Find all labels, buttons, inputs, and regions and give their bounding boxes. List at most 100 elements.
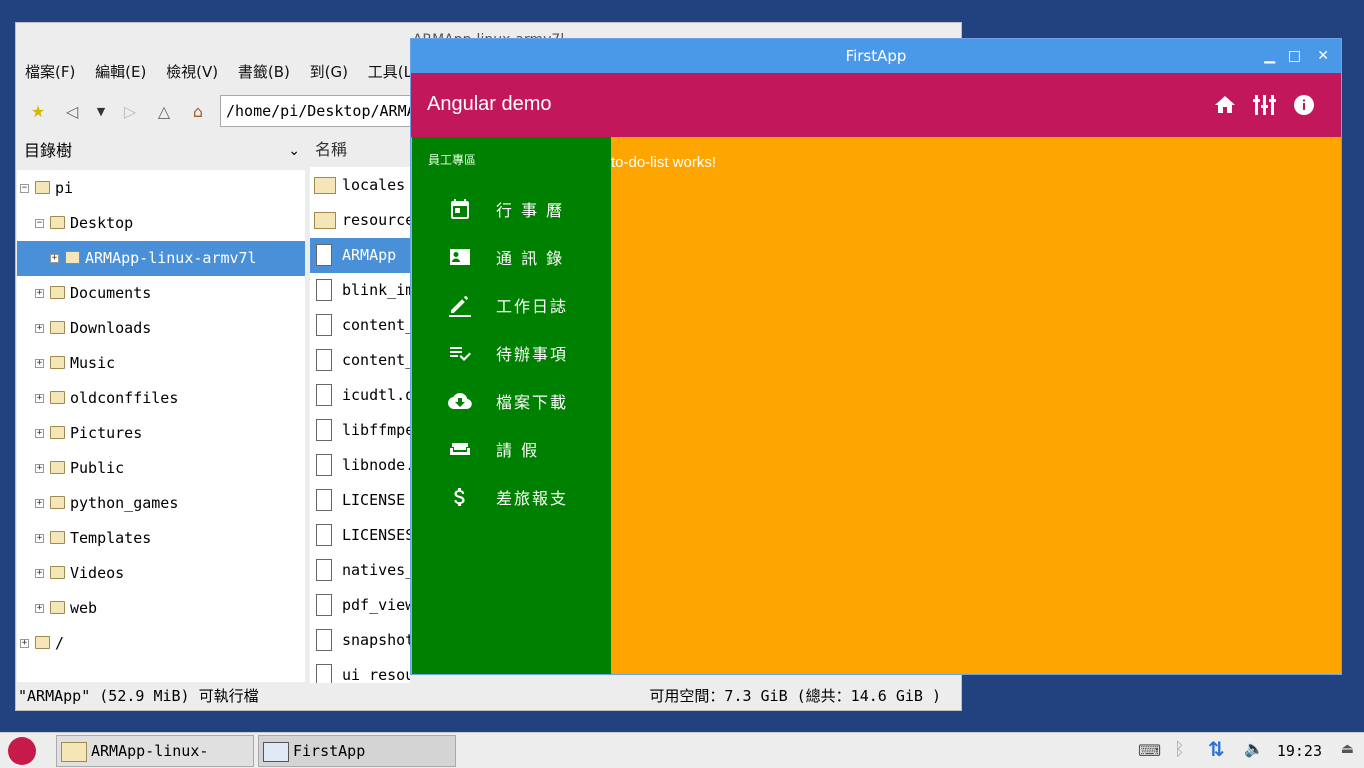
expand-icon[interactable]: + xyxy=(35,394,44,403)
expand-icon[interactable]: + xyxy=(50,254,59,263)
file-row[interactable]: LICENSE xyxy=(310,483,410,518)
maximize-button[interactable]: □ xyxy=(1288,39,1301,73)
nav-item-leave[interactable]: 請 假 xyxy=(412,425,611,473)
file-row[interactable]: LICENSES. xyxy=(310,518,410,553)
file-name: content_s xyxy=(342,351,410,369)
tree-item[interactable]: + web xyxy=(17,591,305,626)
file-row[interactable]: icudtl.da xyxy=(310,378,410,413)
expand-icon[interactable]: + xyxy=(35,429,44,438)
home-icon[interactable] xyxy=(1213,93,1237,117)
tree-item-label: ARMApp-linux-armv7l xyxy=(85,249,257,267)
file-row[interactable]: blink_ima xyxy=(310,273,410,308)
toolbar: ★ ◁ ▼ ▷ △ ⌂ xyxy=(24,95,212,127)
expand-icon[interactable]: + xyxy=(35,569,44,578)
tune-icon[interactable] xyxy=(1252,93,1276,117)
raspberry-menu-icon[interactable] xyxy=(8,737,36,765)
file-row[interactable]: locales xyxy=(310,168,410,203)
task-file-manager[interactable]: ARMApp-linux-armv7l xyxy=(56,735,254,767)
doc-icon xyxy=(316,454,332,476)
tree-item[interactable]: + Music xyxy=(17,346,305,381)
side-drawer: 員工專區 行 事 曆 通 訊 錄 工作日誌 待辦事項 檔案下載 請 假 差旅報支 xyxy=(412,137,611,674)
tree-item[interactable]: + / xyxy=(17,626,305,661)
expand-icon[interactable]: + xyxy=(20,639,29,648)
tree-item[interactable]: + Pictures xyxy=(17,416,305,451)
tree-item-label: web xyxy=(70,599,98,617)
minimize-button[interactable]: ▁ xyxy=(1264,39,1275,73)
nav-label: 待辦事項 xyxy=(496,345,569,364)
file-row[interactable]: libnode.s xyxy=(310,448,410,483)
file-row[interactable]: content_s xyxy=(310,343,410,378)
file-name: LICENSES. xyxy=(342,526,410,544)
menu-view[interactable]: 檢視(V) xyxy=(166,63,218,81)
file-row[interactable]: content_r xyxy=(310,308,410,343)
tree-item[interactable]: + ARMApp-linux-armv7l xyxy=(17,241,305,276)
folder-icon xyxy=(35,636,50,649)
clock: 19:23 xyxy=(1276,742,1322,760)
nav-item-worklog[interactable]: 工作日誌 xyxy=(412,281,611,329)
nav-item-calendar[interactable]: 行 事 曆 xyxy=(412,185,611,233)
info-icon[interactable] xyxy=(1292,93,1316,117)
expand-icon[interactable]: + xyxy=(35,464,44,473)
collapse-icon[interactable]: − xyxy=(20,184,29,193)
tree-item[interactable]: + Documents xyxy=(17,276,305,311)
close-button[interactable]: ✕ xyxy=(1317,39,1329,73)
file-row[interactable]: snapshot_ xyxy=(310,623,410,658)
nav-item-expense[interactable]: 差旅報支 xyxy=(412,473,611,521)
nav-item-contacts[interactable]: 通 訊 錄 xyxy=(412,233,611,281)
menu-go[interactable]: 到(G) xyxy=(310,63,348,81)
file-list[interactable]: locales resources ARMApp blink_ima content_r… xyxy=(310,167,410,683)
app-toolbar: Angular demo xyxy=(411,73,1341,137)
file-name: libffmpeg xyxy=(342,421,410,439)
file-name: libnode.s xyxy=(342,456,410,474)
folder-icon xyxy=(50,321,65,334)
bluetooth-icon[interactable]: ᛒ xyxy=(1174,739,1185,760)
tree-item[interactable]: − Desktop xyxy=(17,206,305,241)
eject-icon[interactable]: ⏏ xyxy=(1341,741,1354,757)
forward-button[interactable]: ▷ xyxy=(116,97,144,125)
collapse-icon[interactable]: − xyxy=(35,219,44,228)
keyboard-icon[interactable]: ⌨ xyxy=(1138,741,1161,760)
file-row[interactable]: pdf_viewe xyxy=(310,588,410,623)
new-tab-button[interactable]: ★ xyxy=(24,97,52,125)
expand-icon[interactable]: + xyxy=(35,534,44,543)
tree-item[interactable]: − pi xyxy=(17,171,305,206)
menu-bookmarks[interactable]: 書籤(B) xyxy=(238,63,290,81)
file-row[interactable]: natives_b xyxy=(310,553,410,588)
tree-item[interactable]: + Templates xyxy=(17,521,305,556)
expand-icon[interactable]: + xyxy=(35,604,44,613)
tree-header[interactable]: 目錄樹 ⌄ xyxy=(16,133,306,169)
back-button[interactable]: ◁ xyxy=(58,97,86,125)
tree-item[interactable]: + Public xyxy=(17,451,305,486)
tree-item[interactable]: + python_games xyxy=(17,486,305,521)
volume-muted-icon[interactable]: 🔈 xyxy=(1244,739,1264,758)
up-button[interactable]: △ xyxy=(150,97,178,125)
doc-icon xyxy=(316,384,332,406)
expand-icon[interactable]: + xyxy=(35,324,44,333)
file-row[interactable]: libffmpeg xyxy=(310,413,410,448)
directory-tree[interactable]: − pi − Desktop + ARMApp-linux-armv7l + Document… xyxy=(17,170,305,682)
nav-item-todo[interactable]: 待辦事項 xyxy=(412,329,611,377)
chevron-down-icon: ⌄ xyxy=(288,143,300,159)
file-row[interactable]: ARMApp xyxy=(310,238,410,273)
expand-icon[interactable]: + xyxy=(35,289,44,298)
expand-icon[interactable]: + xyxy=(35,359,44,368)
nav-label: 行 事 曆 xyxy=(496,201,565,220)
tree-item[interactable]: + Downloads xyxy=(17,311,305,346)
menu-file[interactable]: 檔案(F) xyxy=(25,63,75,81)
task-firstapp[interactable]: FirstApp xyxy=(258,735,456,767)
home-button[interactable]: ⌂ xyxy=(184,97,212,125)
file-row[interactable]: ui_resources_200_percent.pak xyxy=(310,658,410,683)
history-dropdown[interactable]: ▼ xyxy=(92,97,110,125)
name-column-header[interactable]: 名稱 xyxy=(312,135,412,165)
firstapp-window[interactable]: FirstApp ▁ □ ✕ Angular demo 員工專區 行 事 曆 通… xyxy=(410,38,1342,675)
nav-item-download[interactable]: 檔案下載 xyxy=(412,377,611,425)
menu-edit[interactable]: 編輯(E) xyxy=(95,63,146,81)
file-row[interactable]: resources xyxy=(310,203,410,238)
expand-icon[interactable]: + xyxy=(35,499,44,508)
path-input[interactable]: /home/pi/Desktop/ARMApp xyxy=(220,95,420,127)
tree-item[interactable]: + Videos xyxy=(17,556,305,591)
folder-icon xyxy=(61,741,87,762)
network-icon[interactable]: ⇅ xyxy=(1208,737,1225,761)
folder-icon xyxy=(35,181,50,194)
tree-item[interactable]: + oldconffiles xyxy=(17,381,305,416)
